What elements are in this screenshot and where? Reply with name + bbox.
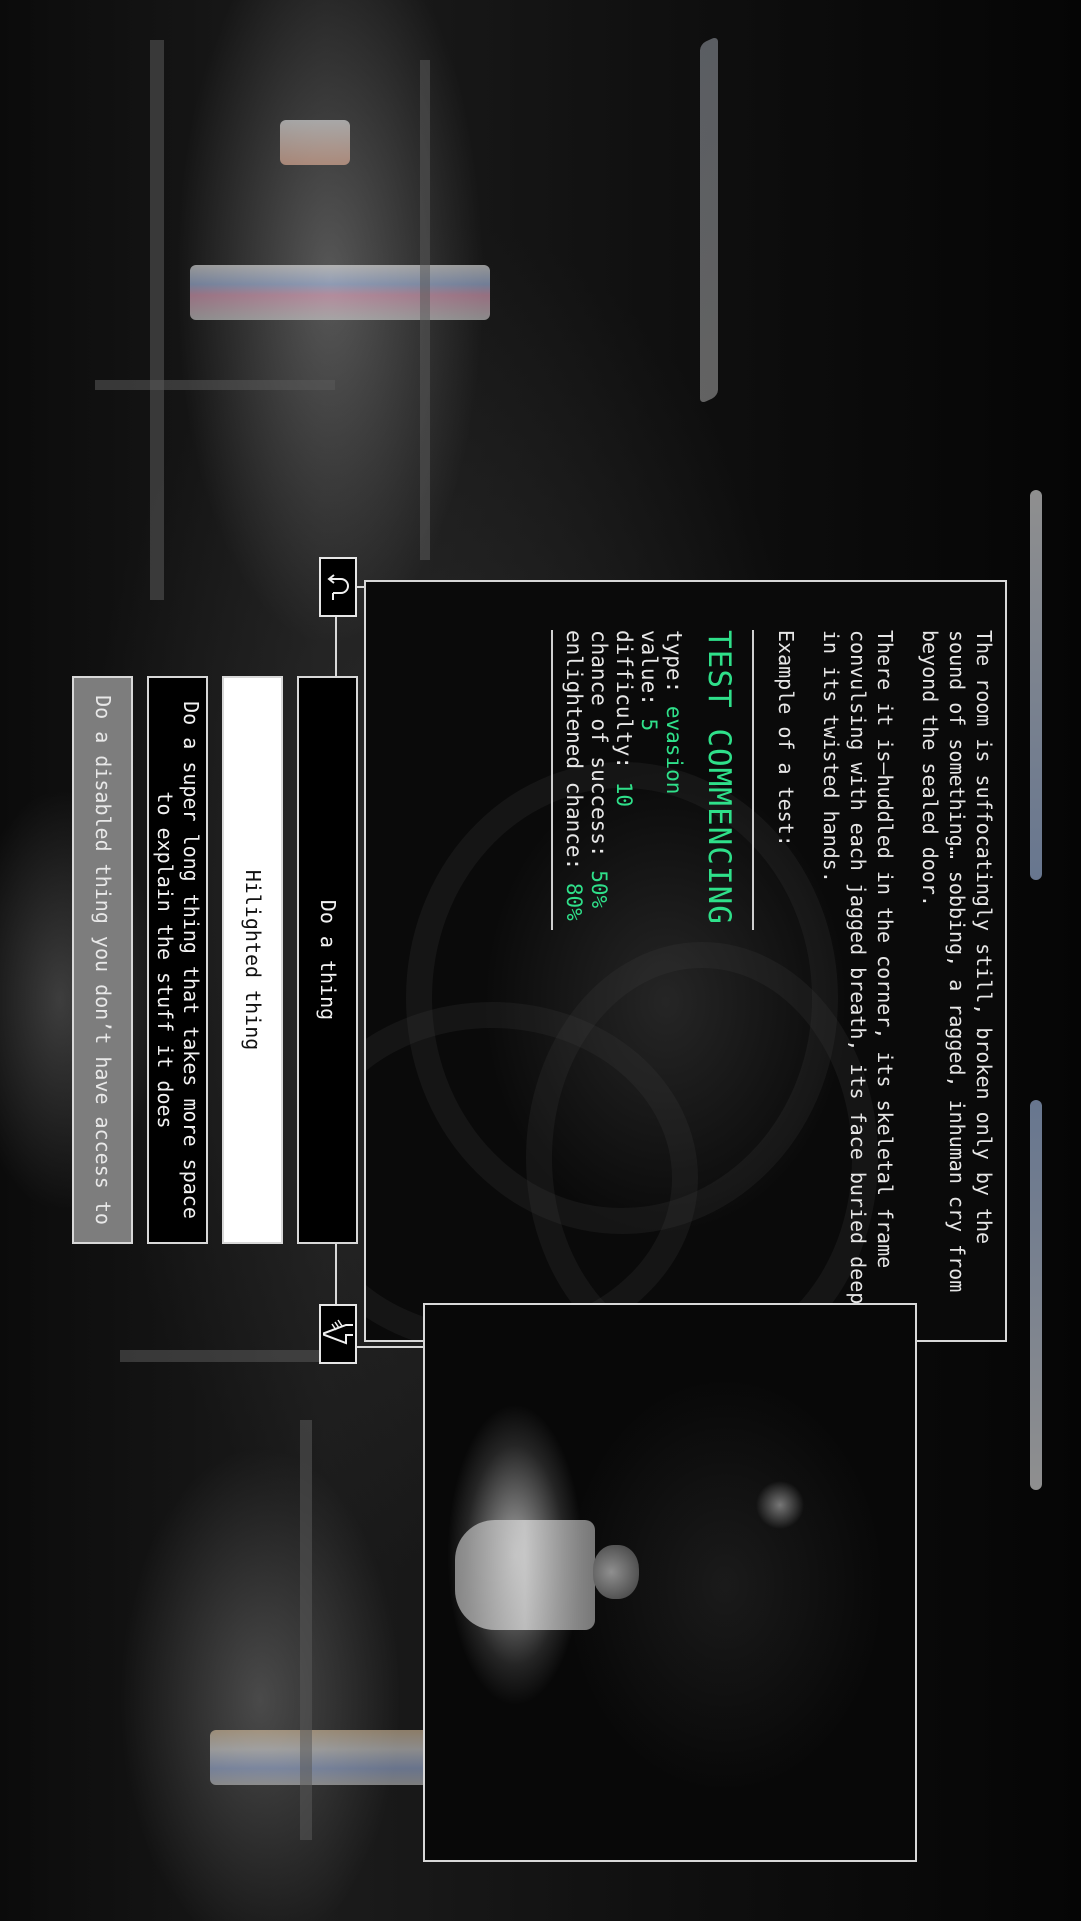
choice-button-long[interactable]: Do a super long thing that takes more sp… bbox=[147, 676, 208, 1244]
pipe bbox=[300, 1420, 312, 1840]
choice-label: Do a disabled thing you don’t have acces… bbox=[90, 695, 115, 1225]
figure-body bbox=[455, 1520, 595, 1630]
connector-line bbox=[357, 586, 365, 588]
stat-value: 80% bbox=[562, 882, 586, 921]
stat-difficulty: difficulty: 10 bbox=[611, 630, 636, 930]
down-arrow-icon bbox=[323, 1319, 353, 1345]
panel-text: The room is suffocatingly still, broken … bbox=[551, 630, 997, 1310]
stat-label: enlightened chance: bbox=[562, 630, 586, 871]
forward-button[interactable] bbox=[319, 1304, 357, 1364]
ceiling-lamp bbox=[1030, 490, 1042, 880]
choice-button-highlighted[interactable]: Hilighted thing bbox=[222, 676, 283, 1244]
test-block: TEST COMMENCING type: evasion value: 5 d… bbox=[551, 630, 754, 930]
choice-label: Do a super long thing that takes more sp… bbox=[152, 701, 203, 1219]
stat-enlightened: enlightened chance: 80% bbox=[561, 630, 586, 930]
character-portrait bbox=[423, 1303, 917, 1862]
pipe bbox=[420, 60, 430, 560]
stat-value: 10 bbox=[612, 781, 636, 808]
stat-label: chance of success: bbox=[587, 630, 611, 858]
ceiling-lamp bbox=[1030, 1100, 1042, 1490]
stat-label: type: bbox=[662, 630, 686, 694]
stat-value-row: value: 5 bbox=[636, 630, 661, 930]
back-button[interactable] bbox=[319, 557, 357, 617]
stat-success: chance of success: 50% bbox=[586, 630, 611, 930]
light-strip bbox=[190, 265, 490, 320]
stat-label: value: bbox=[637, 630, 661, 706]
ceiling-lamp bbox=[700, 35, 718, 405]
pipe bbox=[95, 380, 335, 390]
test-title: TEST COMMENCING bbox=[701, 630, 737, 925]
narrative-paragraph: There it is—huddled in the corner, its s… bbox=[819, 630, 897, 1305]
connector-line bbox=[357, 1346, 423, 1348]
stat-value: evasion bbox=[662, 705, 686, 795]
return-arrow-icon bbox=[327, 574, 349, 600]
dialog-panel: The room is suffocatingly still, broken … bbox=[364, 580, 1007, 1342]
stat-value: 50% bbox=[587, 870, 611, 909]
narrative-paragraph: The room is suffocatingly still, broken … bbox=[918, 630, 996, 1293]
stat-label: difficulty: bbox=[612, 630, 636, 770]
choice-label: Do a thing bbox=[315, 899, 340, 1021]
pipe bbox=[120, 1350, 340, 1362]
example-label: Example of a test: bbox=[774, 630, 798, 847]
stat-value: 5 bbox=[637, 718, 661, 732]
light-strip bbox=[280, 120, 350, 165]
choice-label: Hilighted thing bbox=[240, 869, 265, 1051]
choice-button-disabled: Do a disabled thing you don’t have acces… bbox=[72, 676, 133, 1244]
choice-button[interactable]: Do a thing bbox=[297, 676, 358, 1244]
stat-type: type: evasion bbox=[661, 630, 686, 930]
figure-head bbox=[593, 1545, 639, 1599]
pipe bbox=[150, 40, 164, 600]
